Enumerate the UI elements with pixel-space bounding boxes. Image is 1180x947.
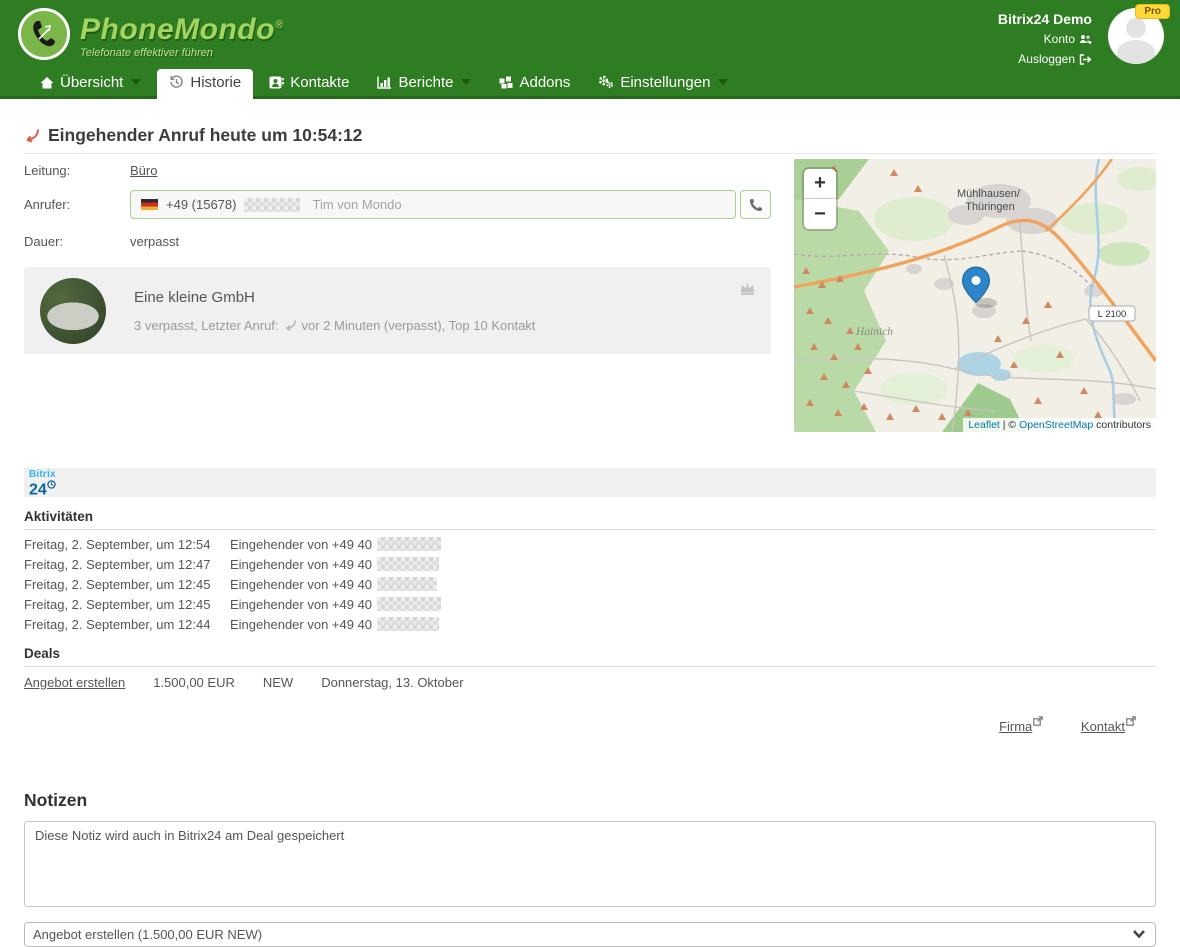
map[interactable]: Mühlhausen/ Thüringen Hainich L 2100 + − [794,159,1156,432]
leaflet-link[interactable]: Leaflet [968,419,1000,431]
activity-row: Freitag, 2. September, um 12:45 Eingehen… [24,574,1156,594]
nav-item-historie[interactable]: Historie [157,69,253,99]
addons-icon [499,76,513,89]
map-zoom-control: + − [804,169,836,229]
phonemondo-logo[interactable]: PhoneMondo® Telefonate effektiver führen [18,8,284,60]
account-name: Bitrix24 Demo [998,10,1092,29]
caret-down-icon [131,79,141,85]
german-flag-icon [141,199,158,210]
redacted-number [377,577,437,591]
nav-item-uebersicht[interactable]: Übersicht [28,69,153,96]
map-attribution: Leaflet | © OpenStreetMap contributors [963,418,1156,432]
nav-item-kontakte[interactable]: Kontakte [257,69,361,96]
redacted-number [377,597,441,611]
main-nav: Übersicht Historie Kontakte Berich [28,69,740,96]
dauer-value: verpasst [130,234,179,249]
caret-down-icon [461,79,471,85]
external-link-icon [1033,716,1043,726]
bitrix24-logo: Bitrix24 [29,470,56,495]
crown-icon [737,279,757,296]
logo-tagline: Telefonate effektiver führen [80,47,284,59]
map-region-label: Hainich [855,326,893,338]
deal-date: Donnerstag, 13. Oktober [321,675,463,690]
bitrix-clock-icon [47,480,56,489]
deals-heading: Deals [24,646,1156,667]
users-icon [1079,34,1092,45]
bitrix24-bar: Bitrix24 [24,468,1156,497]
notes-textarea[interactable]: Diese Notiz wird auch in Bitrix24 am Dea… [24,821,1156,907]
road-badge: L 2100 [1089,306,1135,321]
deal-row: Angebot erstellen 1.500,00 EUR NEW Donne… [24,667,1156,698]
deal-stage: NEW [263,675,293,690]
phonemondo-logo-icon [18,8,70,60]
map-graphic: Mühlhausen/ Thüringen Hainich L 2100 [794,159,1156,432]
map-city-label: Mühlhausen/ Thüringen [957,188,1023,213]
call-button[interactable] [740,190,771,219]
zoom-in-button[interactable]: + [804,169,836,199]
phone-icon [748,197,764,213]
activity-row: Freitag, 2. September, um 12:45 Eingehen… [24,594,1156,614]
phone-handset-icon [27,17,61,51]
nav-item-berichte[interactable]: Berichte [365,69,483,96]
dauer-label: Dauer: [24,234,130,249]
user-area: Bitrix24 Demo Konto Ausloggen [998,10,1092,69]
nav-item-addons[interactable]: Addons [487,69,582,96]
caller-input[interactable]: +49 (15678) Tim von Mondo [130,190,736,219]
kontakt-link[interactable]: Kontakt [1081,719,1136,734]
caller-number: +49 (15678) [166,197,236,212]
main-content: Eingehender Anruf heute um 10:54:12 Leit… [0,125,1180,947]
logout-link[interactable]: Ausloggen [1018,50,1092,69]
anrufer-label: Anrufer: [24,197,130,212]
settings-icon [598,75,614,89]
zoom-out-button[interactable]: − [804,199,836,229]
redacted-number [377,537,441,551]
contact-card[interactable]: Eine kleine GmbH 3 verpasst, Letzter Anr… [24,267,771,354]
crm-links: Firma Kontakt [24,714,1156,734]
firma-link[interactable]: Firma [999,719,1043,734]
logout-icon [1079,54,1092,65]
leitung-label: Leitung: [24,163,130,178]
history-icon [169,75,184,89]
external-link-icon [1126,716,1136,726]
activity-row: Freitag, 2. September, um 12:54 Eingehen… [24,534,1156,554]
pro-badge: Pro [1135,4,1170,19]
incoming-call-icon [284,319,297,331]
incoming-call-icon [24,128,40,143]
activity-row: Freitag, 2. September, um 12:44 Eingehen… [24,614,1156,634]
deal-select[interactable]: Angebot erstellen (1.500,00 EUR NEW) [24,922,1156,947]
activity-row: Freitag, 2. September, um 12:47 Eingehen… [24,554,1156,574]
svg-text:L 2100: L 2100 [1098,309,1127,320]
activities-heading: Aktivitäten [24,509,1156,530]
redacted-number [377,557,439,571]
app-header: PhoneMondo® Telefonate effektiver führen… [0,0,1180,99]
chart-icon [377,76,392,89]
logo-title: PhoneMondo® [80,10,284,45]
home-icon [40,76,54,89]
activities-list: Freitag, 2. September, um 12:54 Eingehen… [24,534,1156,634]
contact-details: 3 verpasst, Letzter Anruf: vor 2 Minuten… [134,318,535,333]
redacted-number [244,198,300,212]
leitung-link[interactable]: Büro [130,163,157,178]
osm-link[interactable]: OpenStreetMap [1019,419,1093,431]
contacts-icon [269,76,284,89]
nav-item-einstellungen[interactable]: Einstellungen [586,69,740,96]
deal-link[interactable]: Angebot erstellen [24,675,125,690]
page-title: Eingehender Anruf heute um 10:54:12 [48,125,362,146]
contact-name: Eine kleine GmbH [134,289,535,306]
notes-heading: Notizen [24,790,1156,811]
title-divider [24,153,1156,154]
contact-photo [40,278,106,344]
deal-amount: 1.500,00 EUR [153,675,235,690]
redacted-number [377,617,439,631]
caller-name: Tim von Mondo [312,197,401,212]
caret-down-icon [718,79,728,85]
konto-link[interactable]: Konto [1044,30,1092,49]
